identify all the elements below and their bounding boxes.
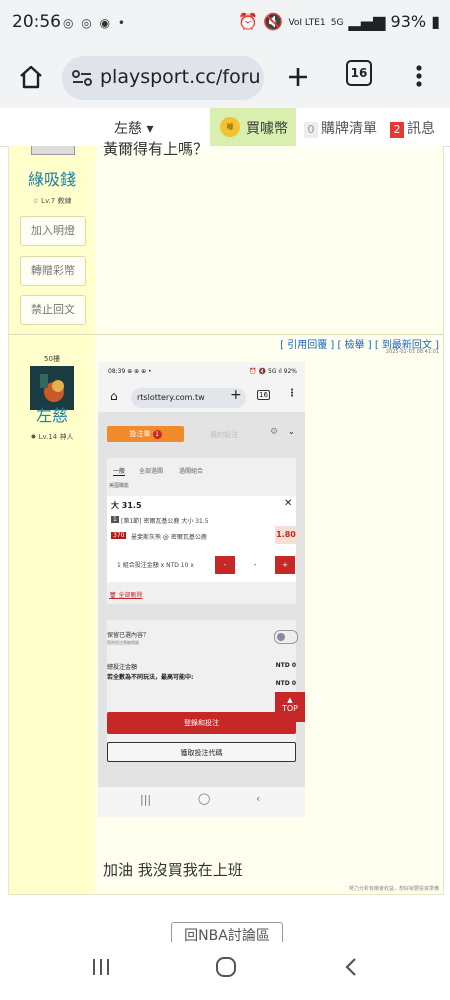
shot-home-icon: ◯	[198, 792, 211, 805]
volte-indicator: VoI LTE1	[288, 17, 326, 28]
shot-keep-label: 保留已選內容？	[107, 632, 150, 639]
shot-toolbar: ⌂ rtslottery.com.tw + 16 ⋮	[98, 382, 305, 412]
cart-label: 購牌清單	[321, 121, 377, 137]
shot-mybets-tab: 我的投注	[210, 431, 238, 439]
shot-summary-card: 保留已選內容？ 您的投注將被保留 總投注金額 NTD 0 若全數為不同玩法，最高…	[107, 620, 298, 762]
status-bar: 20:56 ◎ ◎ ◉ • ⏰ 🔇 VoI LTE1 5G ▂▄▆ 93% ▮	[0, 0, 450, 48]
site-settings-icon[interactable]	[72, 69, 92, 87]
avatar	[31, 146, 75, 155]
shot-status-right: ⏰ 🔇 5G ıl 92%	[249, 368, 297, 375]
messages-label: 訊息	[407, 121, 435, 137]
shot-menu-icon: ⋮	[287, 388, 297, 399]
shot-max-value: NTD 0	[275, 680, 296, 687]
shot-max-label: 若全數為不同玩法，最高可能中:	[107, 674, 194, 681]
author-level: ✸ Lv.14 神人	[30, 433, 74, 441]
shot-subtab: 全部過關	[139, 468, 164, 475]
buy-coin-button[interactable]: 噱 買噱幣	[210, 108, 296, 146]
shot-bet-item: 大 31.5 ✕ 1 [第1節] 密爾瓦基公鹿 大小 31.5 370 曼斐斯灰…	[107, 496, 297, 582]
shot-betslip-tab: 投注單 1	[107, 426, 184, 442]
back-icon[interactable]	[343, 956, 359, 978]
shot-desc: [第1節] 密爾瓦基公鹿 大小 31.5	[121, 518, 209, 525]
gift-coin-button[interactable]: 轉贈彩幣	[20, 256, 86, 286]
coin-icon: 噱	[220, 117, 240, 137]
message-count: 2	[390, 122, 404, 138]
shot-recents-icon: |||	[140, 793, 152, 806]
cart-count: 0	[304, 122, 318, 138]
author-name[interactable]: 綠吸錢	[9, 166, 95, 190]
address-bar[interactable]: playsport.cc/foru	[62, 56, 264, 100]
shot-matchup: 曼斐斯灰熊 @ 密爾瓦基公鹿	[131, 534, 207, 541]
alarm-mute-icons: ⏰ 🔇	[238, 12, 284, 31]
shot-get-code-button: 獲取投注代碼	[107, 742, 296, 762]
shot-back-icon: ‹	[256, 792, 261, 805]
post-author-sidebar: 綠吸錢 ☆ Lv.7 教練 加入明燈 轉贈彩幣 禁止回文	[9, 146, 95, 334]
messages-button[interactable]: 2 訊息	[390, 118, 435, 138]
menu-dots-icon[interactable]	[415, 64, 423, 88]
shot-stake-value: -	[237, 556, 273, 574]
block-reply-button[interactable]: 禁止回文	[20, 295, 86, 325]
browser-toolbar: playsport.cc/foru 16	[0, 48, 450, 108]
buy-coin-label: 買噱幣	[246, 121, 288, 137]
shot-keep-sub: 您的投注將被保留	[107, 640, 139, 645]
shot-time: 08:39 ⊕ ⊕ ⊕ •	[108, 368, 152, 375]
home-nav-icon[interactable]	[214, 956, 238, 978]
shot-chevron-icon: ⌄	[288, 427, 295, 436]
shot-settings-icon: ⚙	[270, 427, 279, 437]
post-footnote: 努力分析有機會收益，想好就要投資準備	[348, 886, 439, 892]
url-text: playsport.cc/foru	[100, 66, 261, 88]
shot-total-value: NTD 0	[275, 662, 296, 669]
shot-stake-line: 1 組合投注金額 x NTD 10 x	[117, 562, 194, 569]
author-name[interactable]: 左慈	[9, 402, 95, 426]
attached-screenshot[interactable]: 08:39 ⊕ ⊕ ⊕ • ⏰ 🔇 5G ıl 92% ⌂ rtslottery…	[98, 362, 305, 817]
shot-desc-tag: 1	[111, 516, 119, 523]
shot-bet-card: 一般 全部過關 過關組合 美國職籃 大 31.5 ✕ 1 [第1節] 密爾瓦基公…	[107, 458, 297, 604]
shot-plus-icon: +	[275, 556, 295, 574]
shot-home-icon: ⌂	[110, 389, 118, 403]
shot-subtab: 過關組合	[179, 468, 204, 475]
shot-delete-all: 🗑 全部刪除	[109, 592, 143, 599]
shot-system-nav: ||| ◯ ‹	[98, 787, 305, 817]
shot-status-bar: 08:39 ⊕ ⊕ ⊕ • ⏰ 🔇 5G ıl 92%	[98, 362, 305, 382]
shot-total-label: 總投注金額	[107, 664, 138, 671]
system-nav-bar	[0, 942, 450, 1000]
shot-game-id: 370	[111, 532, 127, 539]
post-date: 2025-02-03 08:41:01	[385, 349, 439, 355]
notification-icons: ◎ ◎ ◉ •	[63, 16, 127, 30]
recents-icon[interactable]	[90, 956, 112, 978]
new-tab-icon[interactable]	[287, 66, 309, 88]
shot-close-icon: ✕	[284, 498, 293, 509]
status-time: 20:56	[12, 12, 61, 32]
follow-button[interactable]: 加入明燈	[20, 216, 86, 246]
user-menu[interactable]: 左慈 ▾	[114, 118, 153, 138]
shot-odds: 1.80	[275, 526, 297, 544]
post-author-sidebar: 50樓 左慈 ✸ Lv.14 神人	[9, 336, 95, 894]
shot-league: 美國職籃	[109, 483, 130, 489]
forum-nav: 左慈 ▾ 噱 買噱幣 0 購牌清單 2 訊息	[0, 108, 450, 147]
battery-level: 93%	[390, 12, 427, 31]
tab-switcher-button[interactable]: 16	[346, 60, 372, 86]
shot-login-bet-button: 登錄和投注	[107, 712, 296, 734]
shot-tab-count: 16	[257, 390, 270, 400]
shot-stake-stepper: - - +	[215, 556, 295, 574]
author-level: ☆ Lv.7 教練	[32, 197, 72, 205]
shot-url: rtslottery.com.tw	[131, 388, 246, 408]
shot-top-button: ▲ TOP	[275, 692, 305, 722]
shot-keep-toggle	[274, 630, 298, 644]
post-text: 黃爾得有上嗎？	[103, 140, 209, 158]
post-text: 加油 我沒買我在上班	[103, 861, 243, 879]
floor-label: 50樓	[44, 355, 60, 363]
shot-plus-icon: +	[230, 387, 242, 403]
signal-icon: ▂▄▆	[348, 12, 386, 31]
shot-minus-icon: -	[215, 556, 235, 574]
home-icon[interactable]	[18, 64, 44, 90]
shot-subtab: 一般	[113, 468, 126, 476]
status-right: ⏰ 🔇 VoI LTE1 5G ▂▄▆ 93% ▮	[238, 12, 440, 31]
battery-icon: ▮	[431, 12, 440, 31]
cart-button[interactable]: 0 購牌清單	[304, 118, 377, 138]
shot-tabs: 投注單 1 我的投注 ⚙ ⌄	[98, 424, 305, 448]
shot-pick: 大 31.5	[111, 501, 142, 510]
5g-indicator: 5G	[330, 17, 344, 28]
post-divider	[9, 334, 443, 335]
